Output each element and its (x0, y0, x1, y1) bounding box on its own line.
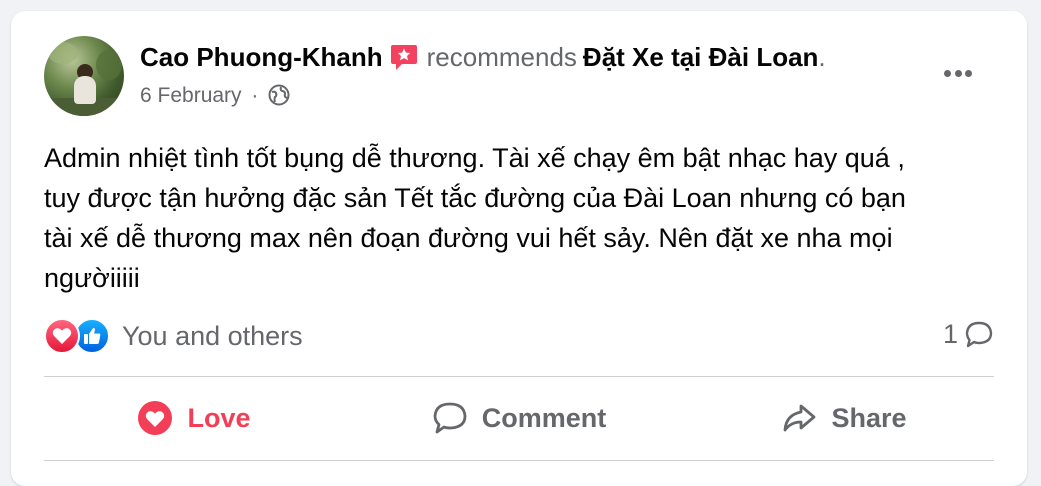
reactions-text: You and others (122, 320, 303, 351)
post-header: Cao Phuong-Khanh recommends Đặt Xe tại Đà… (140, 40, 826, 74)
post-meta: 6 February · (140, 83, 290, 109)
love-label: Love (187, 402, 251, 433)
page-name-link[interactable]: Đặt Xe tại Đài Loan (583, 42, 819, 72)
love-button[interactable]: Love (44, 387, 344, 449)
comment-count[interactable]: 1 (943, 319, 994, 350)
comment-label: Comment (481, 402, 607, 433)
post-body-text: Admin nhiệt tình tốt bụng dễ thương. Tài… (44, 143, 906, 293)
reactions-summary[interactable]: You and others (44, 316, 303, 356)
divider (44, 376, 994, 377)
love-icon (138, 401, 173, 435)
post-date[interactable]: 6 February (140, 84, 242, 107)
more-dot (965, 69, 972, 77)
share-icon (784, 404, 816, 432)
share-button[interactable]: Share (694, 387, 994, 449)
share-label: Share (831, 402, 907, 433)
meta-separator: · (251, 84, 259, 107)
recommend-badge-icon (390, 45, 417, 70)
post-card: Cao Phuong-Khanh recommends Đặt Xe tại Đà… (11, 11, 1027, 486)
page-name-suffix: . (818, 42, 826, 72)
comment-count-number: 1 (942, 319, 958, 349)
recommends-text: recommends (426, 42, 577, 72)
more-dot (944, 69, 951, 77)
more-options-button[interactable] (936, 61, 980, 85)
divider (44, 460, 994, 461)
comment-icon (433, 402, 467, 434)
globe-icon[interactable] (268, 84, 290, 106)
love-icon (44, 318, 80, 354)
comment-button[interactable]: Comment (369, 387, 669, 449)
author-avatar[interactable] (44, 36, 124, 116)
comment-bubble-icon (965, 321, 993, 347)
author-name[interactable]: Cao Phuong-Khanh (140, 42, 383, 72)
more-dot (954, 69, 962, 77)
